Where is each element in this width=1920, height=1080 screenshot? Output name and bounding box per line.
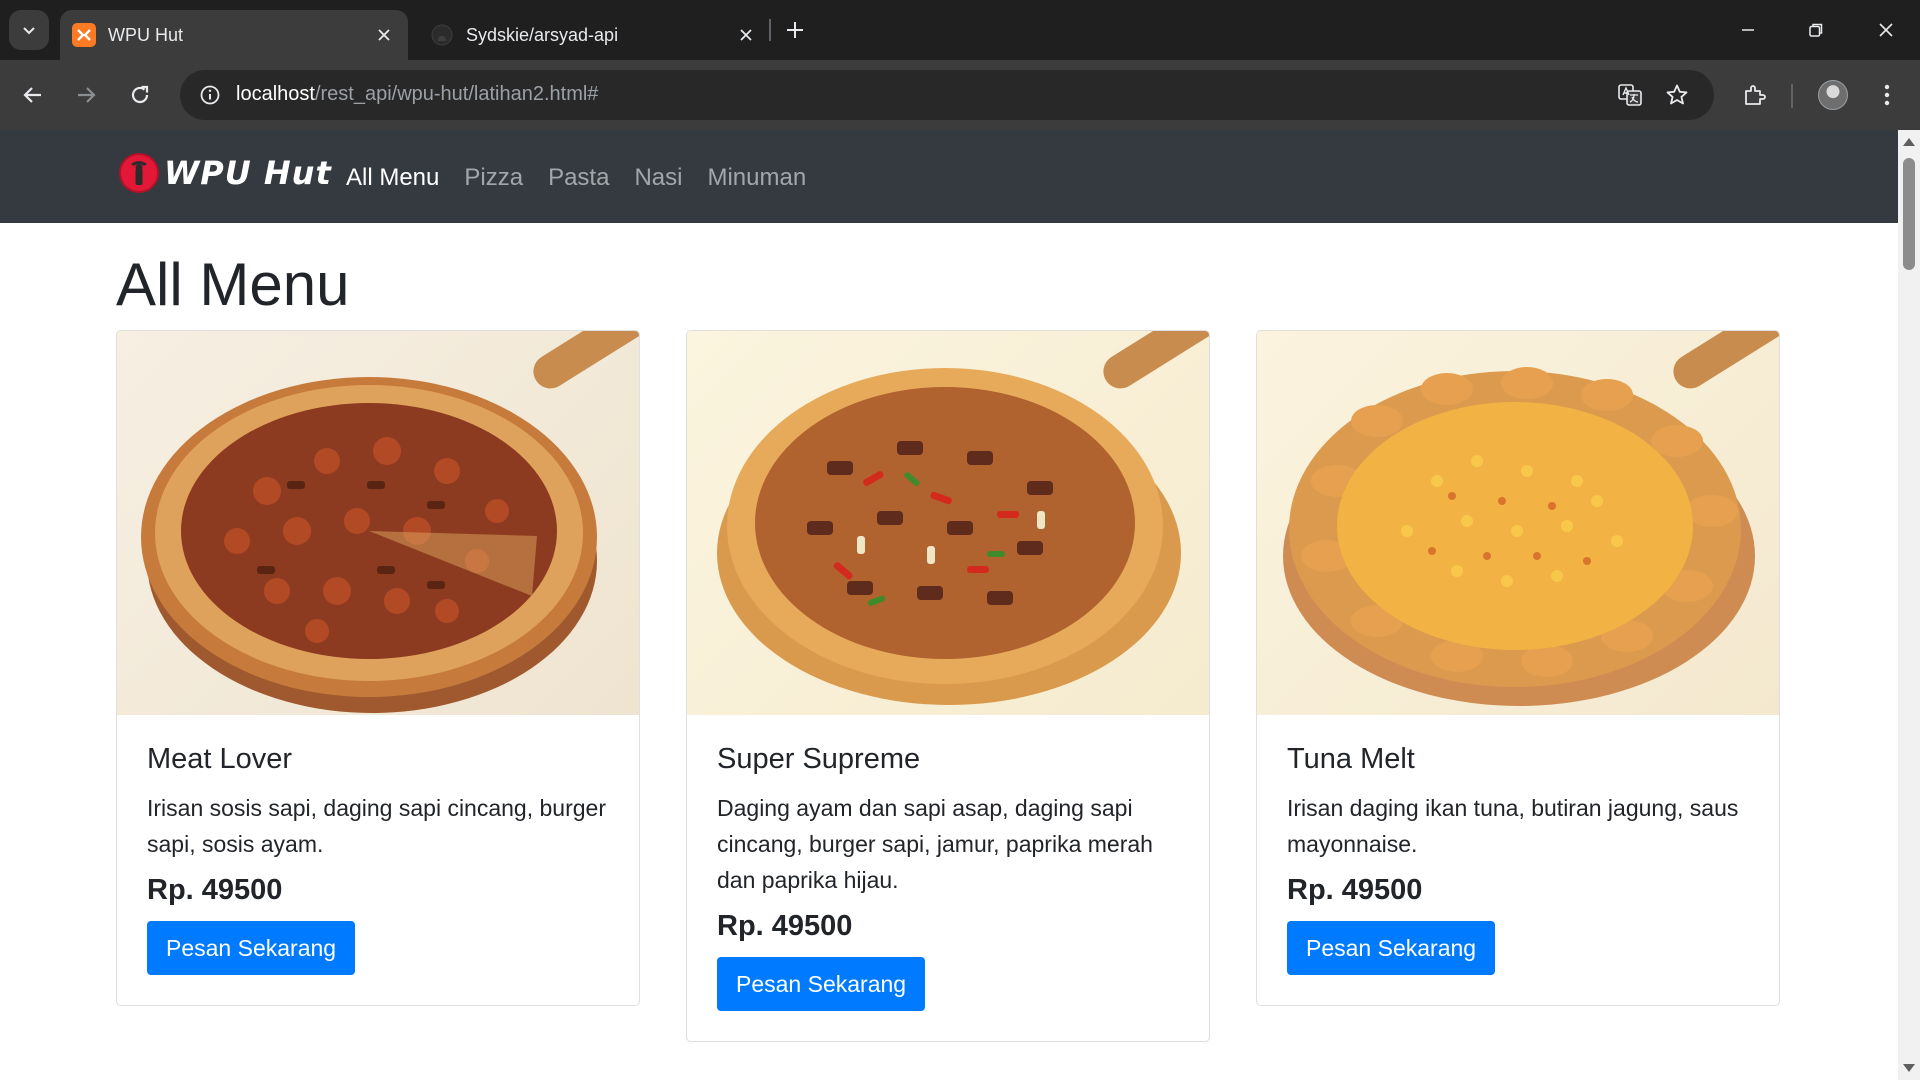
menu-item-description: Daging ayam dan sapi asap, daging sapi c… bbox=[717, 795, 1153, 893]
reload-icon bbox=[131, 85, 149, 104]
scroll-up-arrow-icon[interactable] bbox=[1903, 138, 1915, 146]
translate-icon[interactable] bbox=[1614, 79, 1646, 111]
github-icon bbox=[430, 23, 454, 47]
minimize-button[interactable] bbox=[1714, 0, 1782, 60]
menu-card: Meat Lover Irisan sosis sapi, daging sap… bbox=[116, 330, 640, 1006]
menu-card: Tuna Melt Irisan daging ikan tuna, butir… bbox=[1256, 330, 1780, 1006]
order-now-button[interactable]: Pesan Sekarang bbox=[717, 957, 926, 1011]
close-icon bbox=[1879, 23, 1893, 37]
extensions-icon[interactable] bbox=[1734, 75, 1774, 115]
address-bar[interactable]: localhost/rest_api/wpu-hut/latihan2.html… bbox=[180, 70, 1714, 120]
nav-link-all-menu[interactable]: All Menu bbox=[346, 164, 439, 192]
close-tab-icon[interactable] bbox=[368, 19, 400, 51]
url-text[interactable]: localhost/rest_api/wpu-hut/latihan2.html… bbox=[236, 83, 598, 106]
tab-title: Sydskie/arsyad-api bbox=[466, 24, 619, 45]
new-tab-button[interactable] bbox=[777, 12, 813, 48]
browser-tab-strip: WPU Hut Sydskie/arsyad-api bbox=[0, 0, 1920, 60]
page-title: All Menu bbox=[116, 251, 350, 318]
chevron-down-icon bbox=[23, 27, 35, 35]
bookmark-star-icon[interactable] bbox=[1661, 79, 1693, 111]
menu-card-image bbox=[687, 331, 1209, 715]
page-viewport: WPU Hut All Menu Pizza Pasta Nasi Minuma… bbox=[0, 130, 1898, 1080]
brand-name: WPU Hut bbox=[164, 154, 332, 192]
menu-item-description: Irisan sosis sapi, daging sapi cincang, … bbox=[147, 795, 606, 857]
site-info-icon[interactable] bbox=[194, 79, 226, 111]
minimize-icon bbox=[1742, 29, 1754, 31]
pizza-hut-logo-icon bbox=[119, 153, 159, 193]
nav-link-nasi[interactable]: Nasi bbox=[634, 164, 682, 192]
close-window-button[interactable] bbox=[1852, 0, 1920, 60]
profile-button[interactable] bbox=[1813, 75, 1853, 115]
back-button[interactable] bbox=[13, 75, 53, 115]
order-now-button[interactable]: Pesan Sekarang bbox=[147, 921, 356, 975]
scroll-thumb[interactable] bbox=[1903, 158, 1915, 270]
xampp-icon bbox=[72, 23, 96, 47]
kebab-menu-icon bbox=[1884, 84, 1890, 106]
nav-link-minuman[interactable]: Minuman bbox=[707, 164, 806, 192]
menu-item-description: Irisan daging ikan tuna, butiran jagung,… bbox=[1287, 795, 1739, 857]
forward-button[interactable] bbox=[66, 75, 106, 115]
menu-item-name: Meat Lover bbox=[147, 743, 293, 775]
close-tab-icon[interactable] bbox=[730, 19, 762, 51]
brand[interactable]: WPU Hut bbox=[118, 152, 332, 194]
site-navbar: WPU Hut All Menu Pizza Pasta Nasi Minuma… bbox=[0, 130, 1898, 223]
menu-item-price: Rp. 49500 bbox=[1287, 874, 1423, 906]
menu-card-image bbox=[117, 331, 639, 715]
tab-divider bbox=[769, 19, 771, 41]
browser-toolbar: localhost/rest_api/wpu-hut/latihan2.html… bbox=[0, 60, 1920, 130]
tab-wpu-hut[interactable]: WPU Hut bbox=[60, 10, 408, 60]
avatar bbox=[1818, 80, 1848, 110]
menu-card-body: Meat Lover Irisan sosis sapi, daging sap… bbox=[117, 715, 639, 1005]
arrow-right-icon bbox=[78, 87, 96, 103]
url-path: /rest_api/wpu-hut/latihan2.html# bbox=[314, 83, 599, 105]
menu-card-body: Super Supreme Daging ayam dan sapi asap,… bbox=[687, 715, 1209, 1041]
tab-search-button[interactable] bbox=[9, 10, 49, 50]
menu-item-name: Tuna Melt bbox=[1287, 743, 1415, 775]
menu-card-body: Tuna Melt Irisan daging ikan tuna, butir… bbox=[1257, 715, 1779, 1005]
nav-link-pasta[interactable]: Pasta bbox=[548, 164, 609, 192]
site-nav-links: All Menu Pizza Pasta Nasi Minuman bbox=[346, 164, 831, 192]
reload-button[interactable] bbox=[120, 75, 160, 115]
order-now-button[interactable]: Pesan Sekarang bbox=[1287, 921, 1496, 975]
nav-link-pizza[interactable]: Pizza bbox=[464, 164, 523, 192]
arrow-left-icon bbox=[23, 87, 41, 103]
plus-icon bbox=[787, 22, 803, 38]
tab-title: WPU Hut bbox=[108, 24, 184, 45]
menu-item-name: Super Supreme bbox=[717, 743, 921, 775]
toolbar-divider bbox=[1791, 84, 1793, 108]
menu-card-image bbox=[1257, 331, 1779, 715]
menu-item-price: Rp. 49500 bbox=[717, 910, 853, 942]
menu-card: Super Supreme Daging ayam dan sapi asap,… bbox=[686, 330, 1210, 1042]
url-host: localhost bbox=[236, 83, 315, 105]
page-scrollbar[interactable] bbox=[1898, 130, 1920, 1080]
restore-button[interactable] bbox=[1782, 0, 1850, 60]
tab-github[interactable]: Sydskie/arsyad-api bbox=[418, 10, 770, 60]
menu-button[interactable] bbox=[1867, 75, 1907, 115]
restore-icon bbox=[1809, 23, 1823, 37]
menu-item-price: Rp. 49500 bbox=[147, 874, 283, 906]
scroll-down-arrow-icon[interactable] bbox=[1903, 1064, 1915, 1072]
